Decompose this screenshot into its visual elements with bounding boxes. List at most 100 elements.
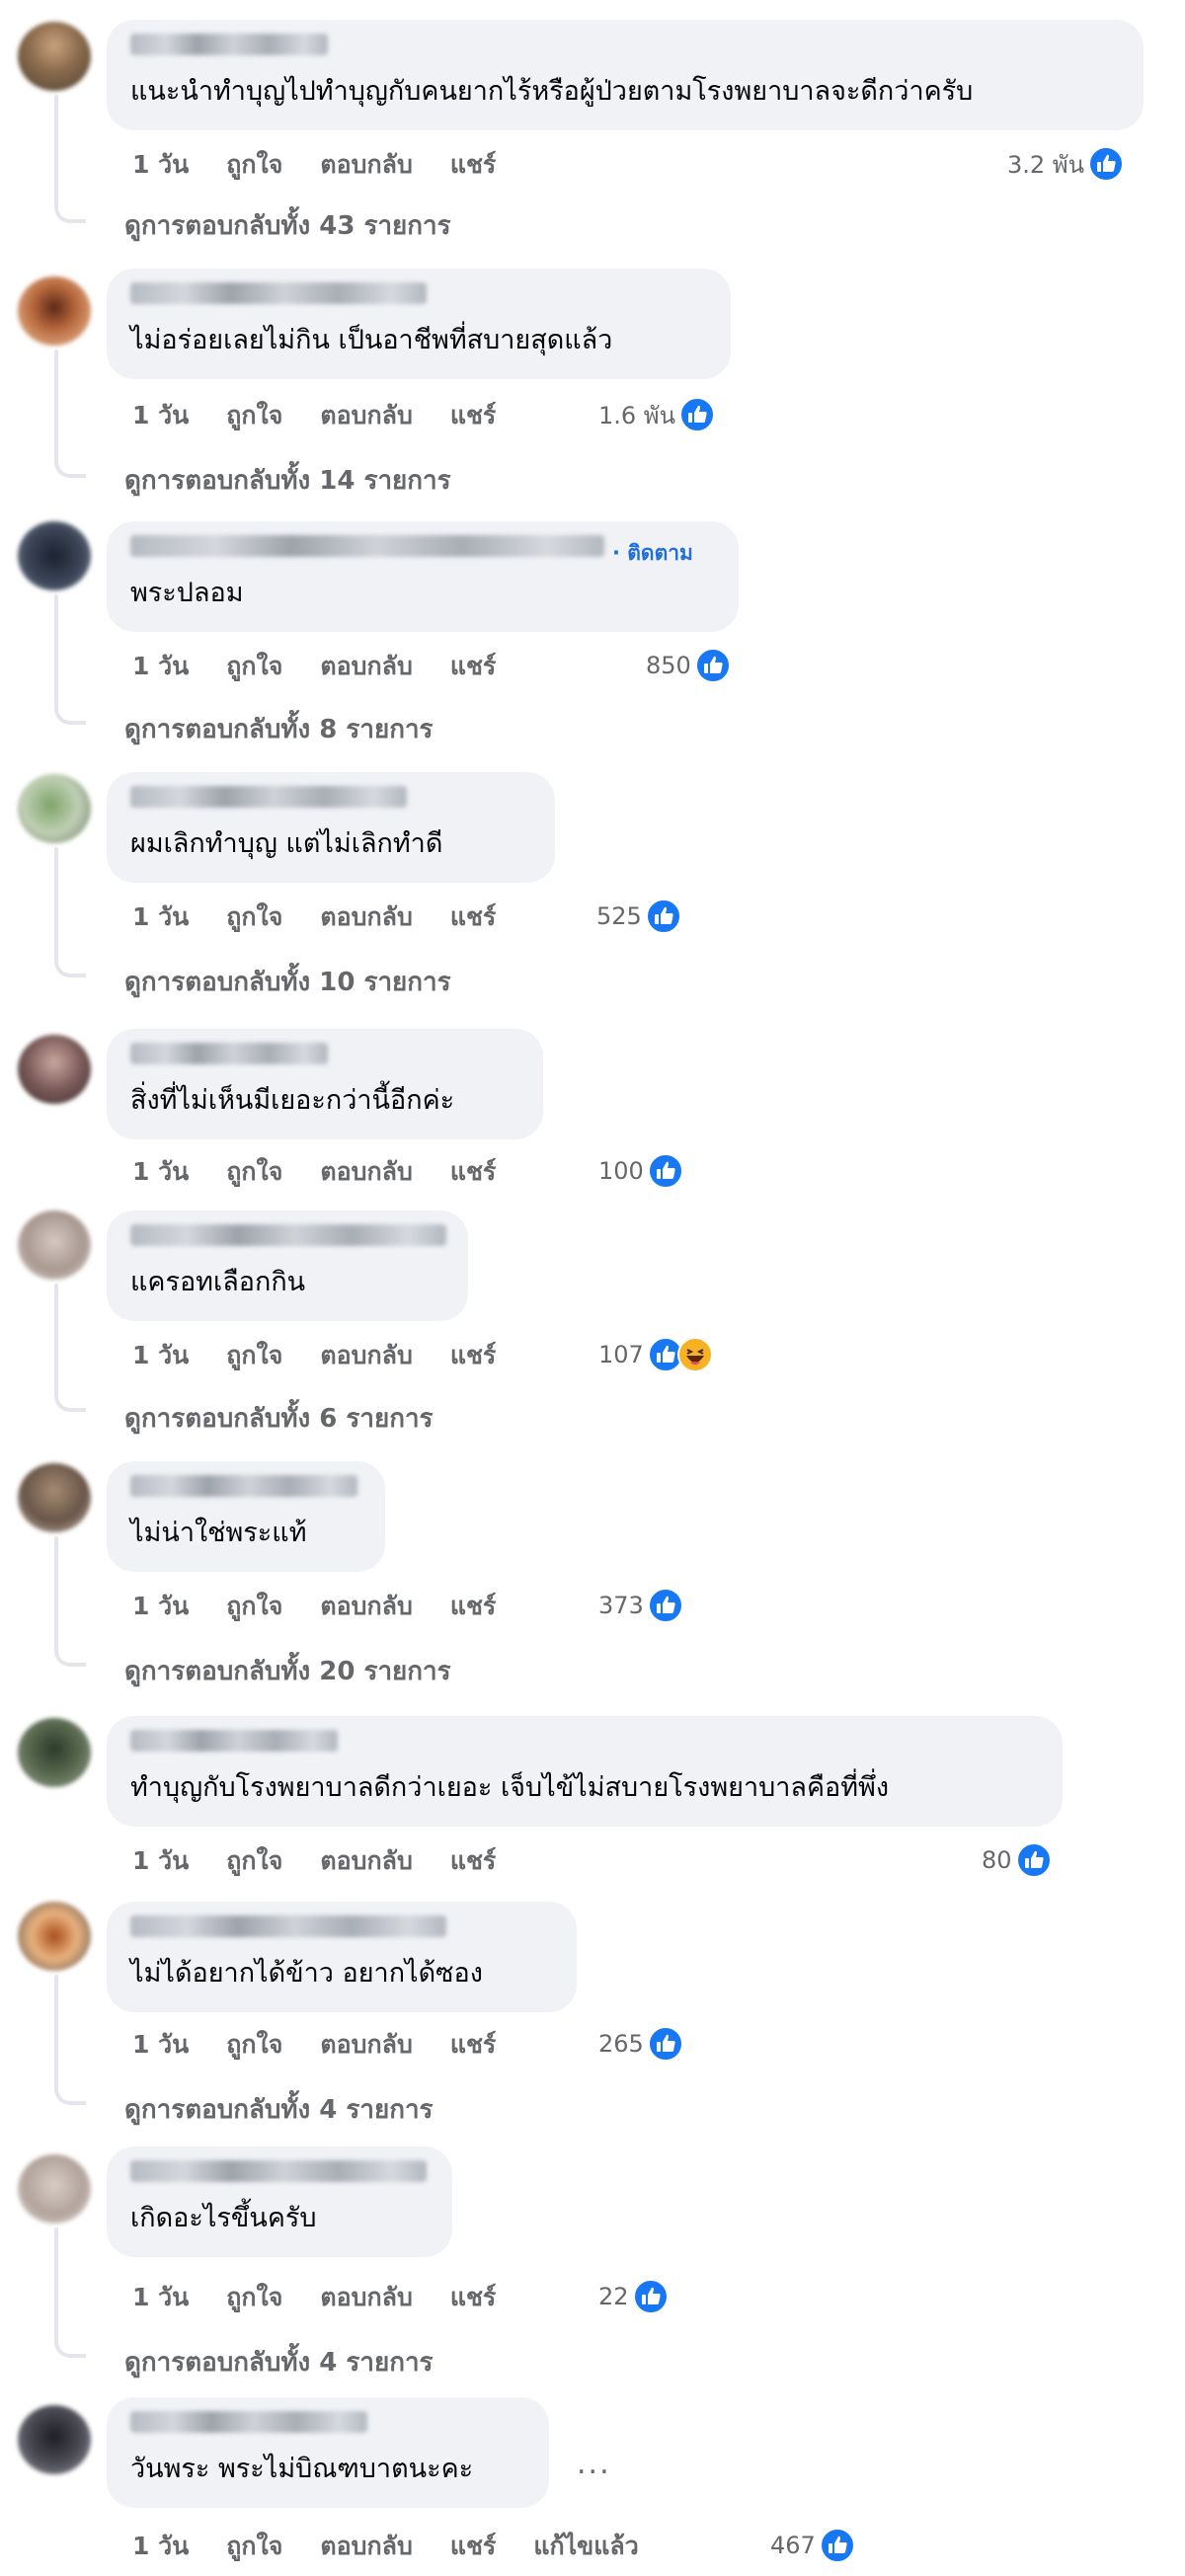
like-icon — [645, 898, 681, 934]
reaction-count[interactable]: 100 — [598, 1151, 683, 1191]
author-name-blurred[interactable] — [130, 34, 328, 55]
reply-button[interactable]: ตอบกลับ — [320, 898, 412, 937]
author-name-blurred[interactable] — [130, 1475, 357, 1497]
comment-actions: 1 วัน ถูกใจ ตอบกลับ แชร์ — [132, 2028, 533, 2062]
view-replies-link[interactable]: ดูการตอบกลับทั้ง 4 รายการ — [124, 2089, 434, 2130]
share-button[interactable]: แชร์ — [450, 1841, 497, 1881]
comment-time[interactable]: 1 วัน — [132, 2278, 189, 2317]
haha-icon — [676, 1337, 713, 1372]
author-name-blurred[interactable] — [130, 1043, 328, 1064]
view-replies-link[interactable]: ดูการตอบกลับทั้ง 20 รายการ — [124, 1651, 451, 1691]
share-button[interactable]: แชร์ — [450, 145, 497, 185]
comment-time[interactable]: 1 วัน — [132, 1841, 189, 1881]
like-button[interactable]: ถูกใจ — [226, 898, 282, 937]
reaction-count[interactable]: 80 — [982, 1840, 1052, 1880]
like-button[interactable]: ถูกใจ — [226, 2527, 282, 2566]
comment-time[interactable]: 1 วัน — [132, 898, 189, 937]
author-name-blurred[interactable] — [130, 1730, 338, 1752]
share-button[interactable]: แชร์ — [450, 1587, 497, 1626]
like-button[interactable]: ถูกใจ — [226, 145, 282, 185]
comment-time[interactable]: 1 วัน — [132, 1152, 189, 1192]
comment-time[interactable]: 1 วัน — [132, 2025, 189, 2065]
reply-button[interactable]: ตอบกลับ — [320, 1152, 412, 1192]
avatar[interactable] — [18, 1210, 91, 1280]
avatar[interactable] — [18, 2405, 91, 2474]
reply-button[interactable]: ตอบกลับ — [320, 1587, 412, 1626]
thread-line — [54, 95, 58, 205]
comment-time[interactable]: 1 วัน — [132, 396, 189, 435]
share-button[interactable]: แชร์ — [450, 898, 497, 937]
comment-time[interactable]: 1 วัน — [132, 2527, 189, 2566]
comment-time[interactable]: 1 วัน — [132, 647, 189, 686]
comment-text: ไม่ได้อยากได้ข้าว อยากได้ซอง — [130, 1958, 483, 1989]
more-options-icon[interactable]: ... — [577, 2447, 611, 2481]
reply-button[interactable]: ตอบกลับ — [320, 145, 412, 185]
author-name-blurred[interactable] — [130, 786, 407, 808]
reply-button[interactable]: ตอบกลับ — [320, 1841, 412, 1881]
share-button[interactable]: แชร์ — [450, 1336, 497, 1375]
avatar[interactable] — [18, 1463, 91, 1532]
reaction-count[interactable]: 3.2 พัน — [1007, 144, 1125, 184]
avatar[interactable] — [18, 1035, 91, 1104]
author-name-blurred[interactable] — [130, 535, 604, 557]
share-button[interactable]: แชร์ — [450, 1152, 497, 1192]
comment-time[interactable]: 1 วัน — [132, 1587, 189, 1626]
reaction-count[interactable]: 373 — [598, 1586, 683, 1625]
reaction-count[interactable]: 22 — [598, 2277, 669, 2316]
author-name-blurred[interactable] — [130, 2411, 367, 2433]
share-button[interactable]: แชร์ — [450, 2527, 497, 2566]
like-button[interactable]: ถูกใจ — [226, 1841, 282, 1881]
reply-button[interactable]: ตอบกลับ — [320, 647, 412, 686]
reaction-count[interactable]: 265 — [598, 2024, 683, 2064]
comment-text: สิ่งที่ไม่เห็นมีเยอะกว่านี้อีกค่ะ — [130, 1085, 455, 1116]
reply-button[interactable]: ตอบกลับ — [320, 2278, 412, 2317]
view-replies-link[interactable]: ดูการตอบกลับทั้ง 8 รายการ — [124, 709, 434, 749]
avatar[interactable] — [18, 2154, 91, 2224]
author-name-blurred[interactable] — [130, 2160, 427, 2182]
like-button[interactable]: ถูกใจ — [226, 1336, 282, 1375]
reaction-count[interactable]: 525 — [596, 897, 681, 936]
share-button[interactable]: แชร์ — [450, 647, 497, 686]
view-replies-link[interactable]: ดูการตอบกลับทั้ง 10 รายการ — [124, 962, 451, 1002]
avatar[interactable] — [18, 22, 91, 91]
avatar[interactable] — [18, 276, 91, 346]
comment-actions: 1 วัน ถูกใจ ตอบกลับ แชร์ — [132, 650, 533, 683]
like-button[interactable]: ถูกใจ — [226, 1152, 282, 1192]
reaction-number: 107 — [598, 1341, 644, 1368]
reply-button[interactable]: ตอบกลับ — [320, 2527, 412, 2566]
reaction-count[interactable]: 107 — [598, 1335, 713, 1374]
comment-text: เกิดอะไรขึ้นครับ — [130, 2203, 317, 2233]
reply-button[interactable]: ตอบกลับ — [320, 1336, 412, 1375]
reaction-count[interactable]: 467 — [770, 2526, 855, 2565]
share-button[interactable]: แชร์ — [450, 2278, 497, 2317]
author-name-blurred[interactable] — [130, 1224, 446, 1246]
comment-time[interactable]: 1 วัน — [132, 145, 189, 185]
like-button[interactable]: ถูกใจ — [226, 2025, 282, 2065]
reaction-count[interactable]: 1.6 พัน — [598, 395, 716, 434]
reply-button[interactable]: ตอบกลับ — [320, 2025, 412, 2065]
like-button[interactable]: ถูกใจ — [226, 647, 282, 686]
reply-button[interactable]: ตอบกลับ — [320, 396, 412, 435]
author-name-blurred[interactable] — [130, 1915, 446, 1937]
share-button[interactable]: แชร์ — [450, 396, 497, 435]
view-replies-link[interactable]: ดูการตอบกลับทั้ง 4 รายการ — [124, 2342, 434, 2382]
comment-time[interactable]: 1 วัน — [132, 1336, 189, 1375]
view-replies-link[interactable]: ดูการตอบกลับทั้ง 43 รายการ — [124, 205, 451, 246]
avatar[interactable] — [18, 1902, 91, 1971]
thread-line — [54, 847, 58, 960]
avatar[interactable] — [18, 1718, 91, 1787]
share-button[interactable]: แชร์ — [450, 2025, 497, 2065]
reaction-count[interactable]: 850 — [646, 646, 731, 685]
avatar[interactable] — [18, 774, 91, 843]
avatar[interactable] — [18, 521, 91, 590]
reaction-number: 3.2 พัน — [1007, 150, 1085, 179]
view-replies-link[interactable]: ดูการตอบกลับทั้ง 6 รายการ — [124, 1398, 434, 1439]
reaction-number: 373 — [598, 1592, 644, 1619]
reaction-number: 467 — [770, 2532, 816, 2559]
like-button[interactable]: ถูกใจ — [226, 396, 282, 435]
view-replies-link[interactable]: ดูการตอบกลับทั้ง 14 รายการ — [124, 460, 451, 501]
like-button[interactable]: ถูกใจ — [226, 1587, 282, 1626]
follow-link[interactable]: · ติดตาม — [612, 537, 693, 570]
like-button[interactable]: ถูกใจ — [226, 2278, 282, 2317]
author-name-blurred[interactable] — [130, 282, 427, 304]
